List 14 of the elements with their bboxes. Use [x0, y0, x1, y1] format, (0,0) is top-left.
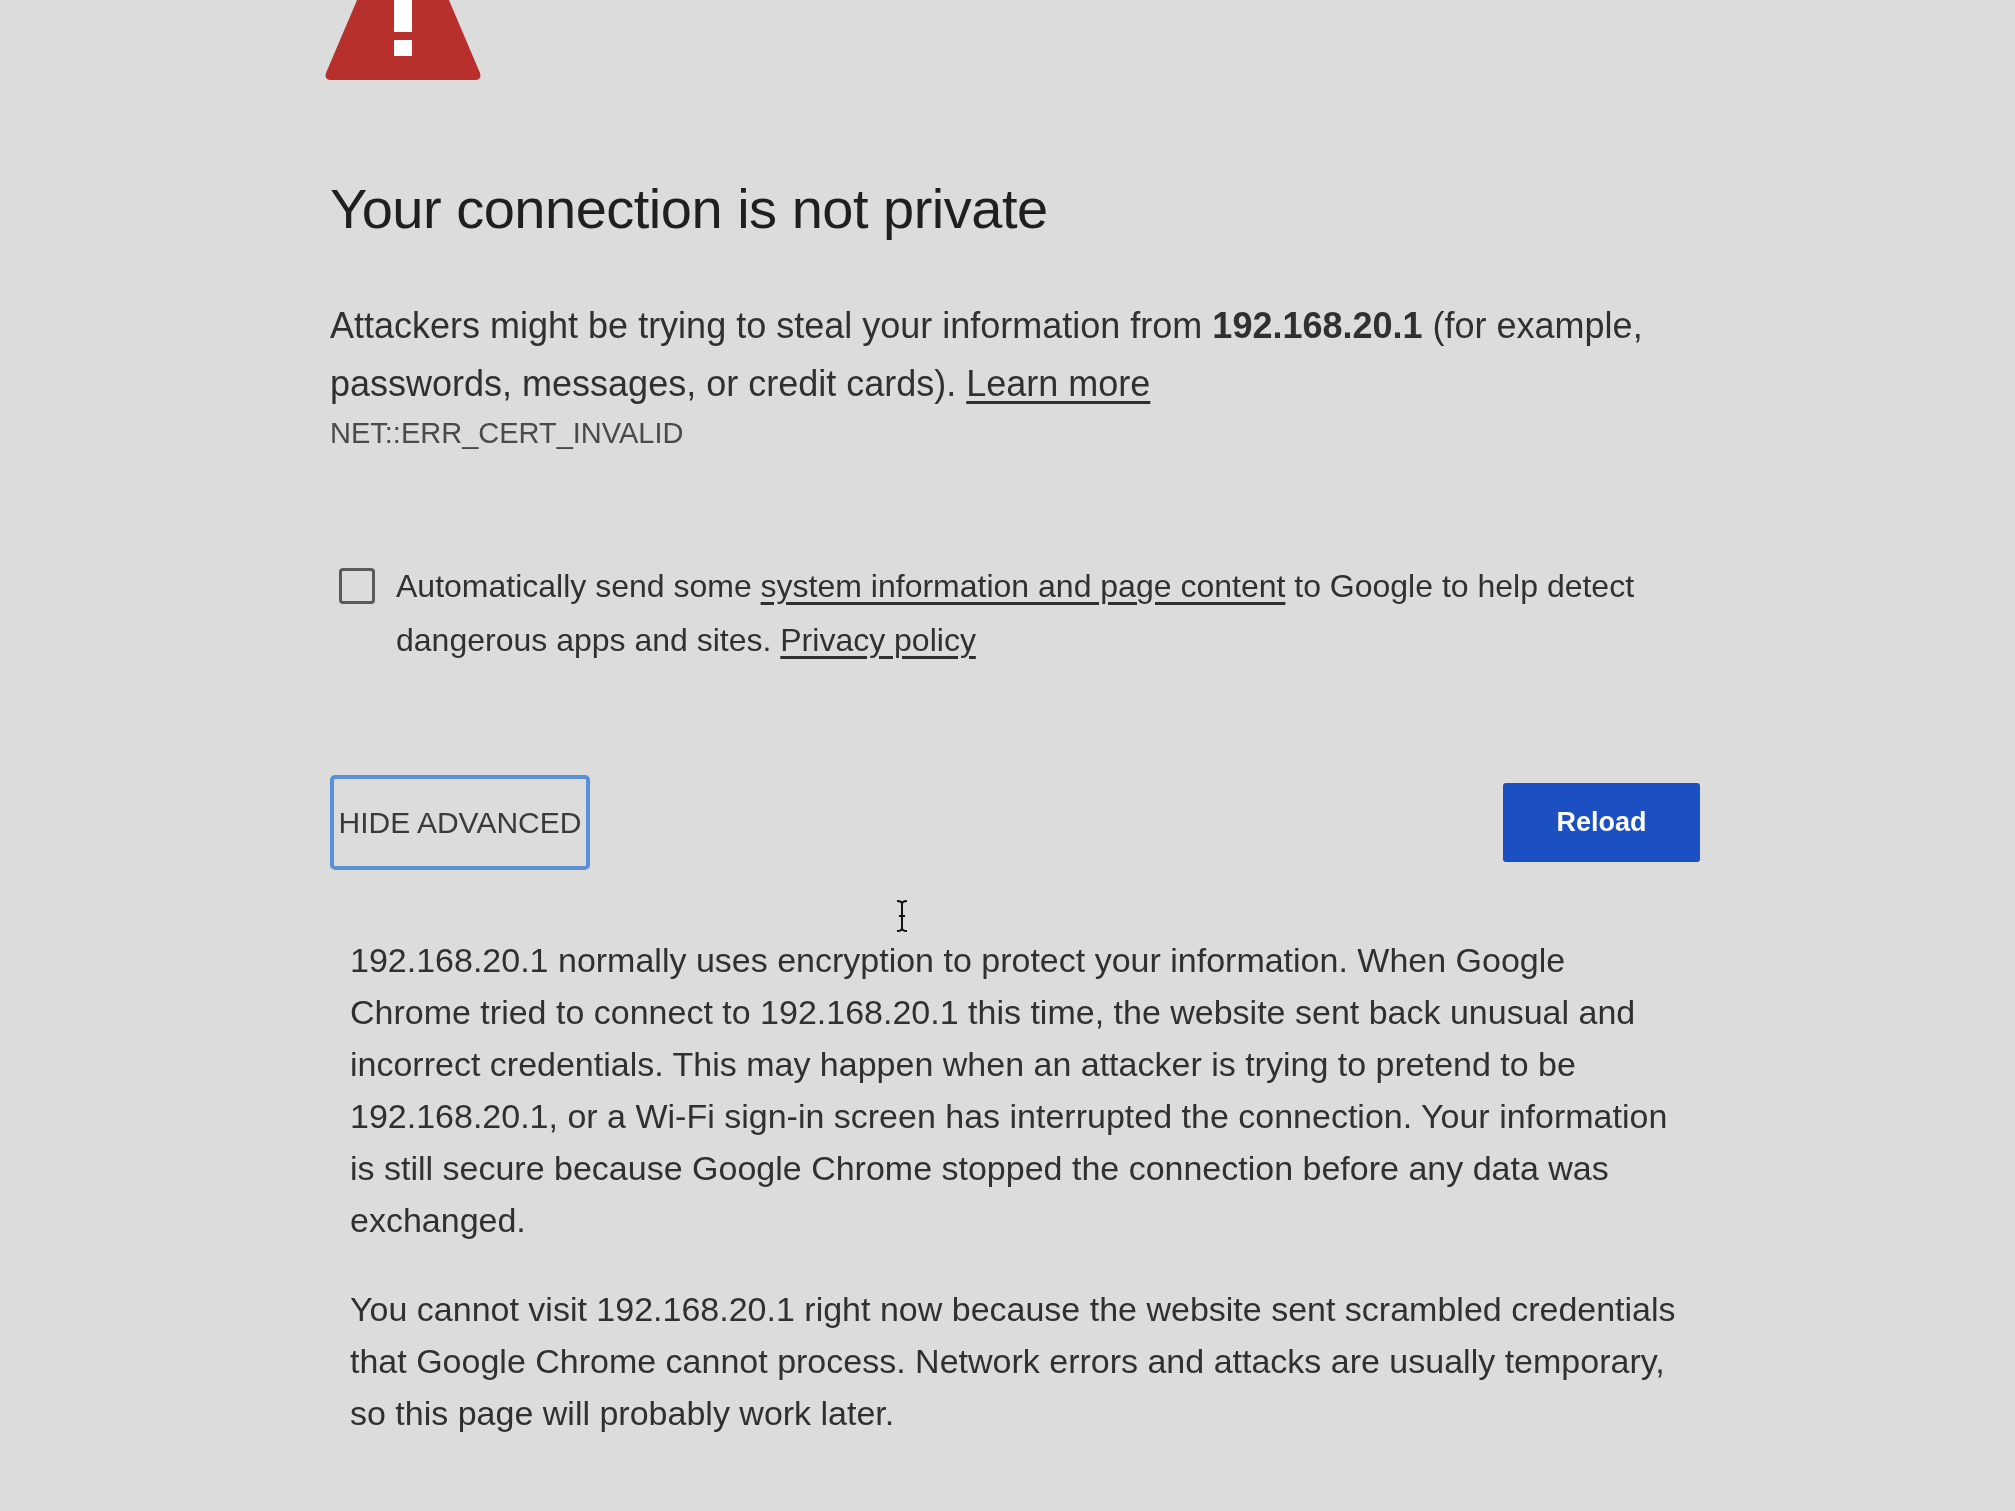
text-cursor-icon: [896, 900, 908, 932]
checkbox[interactable]: [339, 568, 375, 604]
details-paragraph: You cannot visit 192.168.20.1 right now because the website sent scrambled credentials that Google Chrome cannot process. Network errors and attacks are usually temporary, so this page will probably work later.: [350, 1289, 1677, 1434]
warning-icon: [324, 0, 482, 80]
privacy-policy-link[interactable]: Privacy policy: [780, 622, 976, 658]
system-information-link[interactable]: system information and page content: [760, 568, 1286, 604]
report-option-text: Automatically send some system information and page content to Google to help detect dangerous apps and sites. Privacy policy: [396, 567, 1636, 660]
error-code: NET::ERR_CERT_INVALID: [330, 416, 684, 451]
page-title: Your connection is not private: [330, 176, 1048, 242]
hide-advanced-button[interactable]: HIDE ADVANCED: [330, 775, 590, 870]
learn-more-link[interactable]: Learn more: [966, 363, 1151, 404]
reload-button[interactable]: Reload: [1503, 783, 1700, 862]
warning-text: Attackers might be trying to steal your information from 192.168.20.1 (for example, passwords, messages, or credit cards). Learn more: [330, 304, 1644, 406]
details-paragraph: 192.168.20.1 normally uses encryption to protect your information. When Google Chrome tried to connect to 192.168.20.1 this time, the website sent back unusual and incorrect credentials. This may happen when an attacker is trying to pretend to be 192.168.20.1, or a Wi-Fi sign-in screen has interrupted the connection. Your information is still secure because Google Chrome stopped the connection before any data was exchanged.: [350, 940, 1669, 1241]
